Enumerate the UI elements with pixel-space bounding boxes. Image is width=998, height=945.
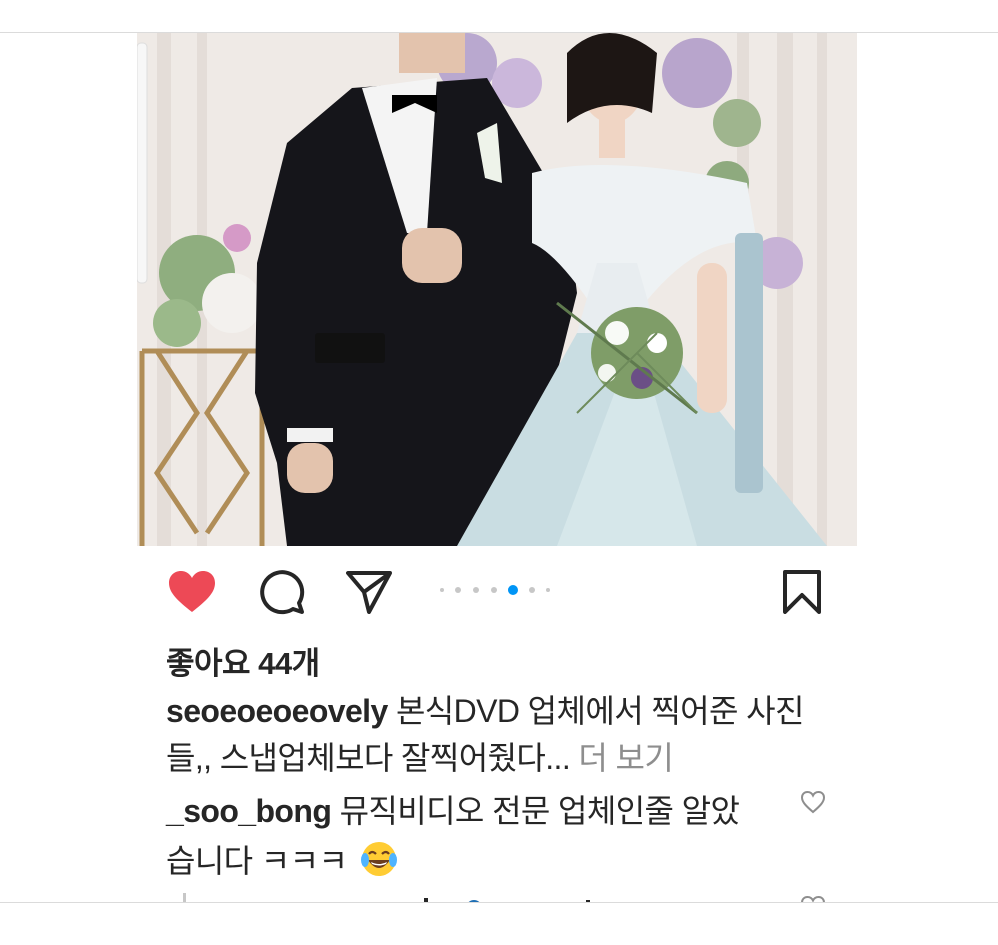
like-button[interactable]	[167, 568, 217, 616]
carousel-dot	[529, 587, 535, 593]
carousel-dot	[455, 587, 461, 593]
caption-username[interactable]: seoeoeoeovely	[166, 693, 388, 729]
next-comment-peek	[416, 895, 616, 902]
post-caption: seoeoeoeovely 본식DVD 업체에서 찍어준 사진들,, 스냅업체보…	[166, 688, 806, 782]
comment-like-button[interactable]	[800, 790, 826, 814]
carousel-dot	[440, 588, 444, 592]
carousel-dot	[491, 587, 497, 593]
more-link[interactable]: 더 보기	[570, 740, 673, 776]
paper-plane-icon	[346, 571, 392, 614]
carousel-dot	[508, 585, 518, 595]
likes-count[interactable]: 좋아요 44개	[166, 638, 320, 683]
comment-item: _soo_bong 뮤직비디오 전문 업체인줄 알았습니다 ㅋㅋㅋ	[166, 786, 766, 886]
share-button[interactable]	[344, 568, 394, 616]
heart-icon	[169, 571, 215, 612]
comment-button[interactable]	[257, 568, 307, 616]
bottom-divider	[0, 902, 998, 903]
post-action-bar	[137, 560, 857, 620]
post-photo[interactable]	[137, 33, 857, 546]
carousel-indicator	[435, 584, 555, 596]
save-button[interactable]	[777, 568, 827, 616]
comment-bubble-icon	[260, 570, 305, 615]
face-with-tears-of-joy-icon	[360, 842, 397, 876]
comment-username[interactable]: _soo_bong	[166, 793, 332, 829]
carousel-dot	[473, 587, 479, 593]
wedding-photo-illustration	[137, 33, 857, 546]
bookmark-icon	[783, 570, 821, 614]
carousel-dot	[546, 588, 550, 592]
